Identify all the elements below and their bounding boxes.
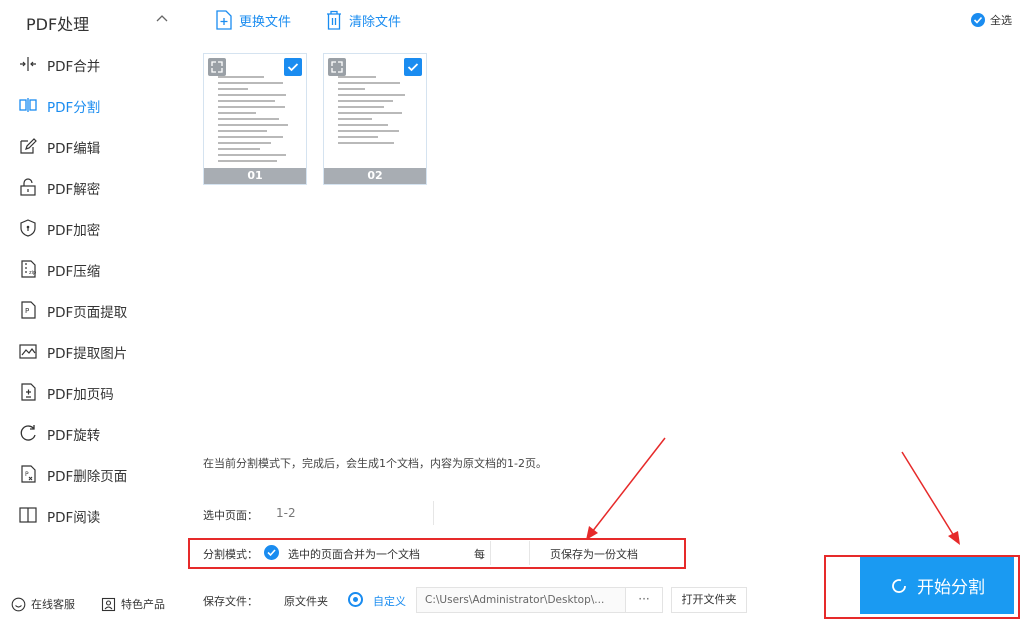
unlock-icon — [20, 178, 36, 196]
chat-smile-icon — [11, 597, 26, 611]
check-circle-icon — [971, 13, 985, 27]
sidebar-item-compress[interactable]: zip PDF压缩 — [0, 249, 186, 289]
split-mode-label: 分割模式： — [203, 548, 258, 561]
sidebar-item-label: PDF提取图片 — [47, 346, 128, 362]
sidebar-item-encrypt[interactable]: PDF加密 — [0, 208, 186, 248]
image-extract-icon — [19, 344, 37, 359]
sidebar-header[interactable]: PDF处理 — [0, 0, 186, 42]
sidebar-item-edit[interactable]: PDF编辑 — [0, 126, 186, 166]
selected-pages-input[interactable] — [268, 501, 434, 525]
replace-file-button[interactable]: 更换文件 — [215, 10, 291, 30]
custom-folder-option[interactable]: 自定义 — [373, 593, 406, 609]
page-thumbnail[interactable]: 02 — [323, 53, 427, 185]
book-icon — [19, 507, 37, 523]
online-service-label: 在线客服 — [31, 598, 75, 611]
sidebar-item-label: PDF加页码 — [47, 387, 114, 403]
product-icon — [101, 597, 116, 611]
sidebar-item-label: PDF压缩 — [47, 264, 101, 280]
sidebar-item-merge[interactable]: PDF合并 — [0, 44, 186, 84]
expand-icon[interactable] — [208, 58, 226, 76]
page-checkbox[interactable] — [284, 58, 302, 76]
page-number-label: 01 — [204, 168, 306, 184]
every-label: 每 — [474, 548, 485, 561]
mode-radio-checked[interactable] — [264, 545, 279, 560]
merge-icon — [20, 57, 36, 71]
select-all-label: 全选 — [990, 14, 1012, 27]
featured-products-label: 特色产品 — [121, 598, 165, 611]
sidebar-item-decrypt[interactable]: PDF解密 — [0, 167, 186, 207]
add-file-icon — [216, 10, 232, 30]
sidebar-item-label: PDF删除页面 — [47, 469, 128, 485]
chevron-up-icon[interactable] — [155, 12, 169, 26]
replace-file-label: 更换文件 — [239, 14, 292, 30]
sidebar-item-page-extract[interactable]: P PDF页面提取 — [0, 290, 186, 330]
browse-button[interactable]: ··· — [625, 587, 663, 613]
sidebar-title: PDF处理 — [26, 15, 90, 34]
sidebar-item-image-extract[interactable]: PDF提取图片 — [0, 331, 186, 371]
delete-page-icon: P — [21, 465, 36, 483]
rotate-icon — [20, 425, 36, 441]
refresh-icon — [892, 578, 906, 593]
sidebar-item-label: PDF阅读 — [47, 510, 101, 526]
sidebar-item-label: PDF页面提取 — [47, 305, 128, 321]
arrow-to-mode — [586, 437, 666, 540]
featured-products-button[interactable]: 特色产品 — [101, 596, 165, 612]
split-icon — [19, 98, 37, 112]
page-thumbnail[interactable]: 01 — [203, 53, 307, 185]
start-split-button[interactable]: 开始分割 — [860, 557, 1014, 614]
selected-pages-label: 选中页面： — [203, 509, 258, 522]
page-extract-icon: P — [21, 301, 36, 319]
page-checkbox[interactable] — [404, 58, 422, 76]
sidebar: PDF处理 PDF合并 PDF分割 PDF编辑 PDF解密 PDF加密 zip … — [0, 0, 186, 619]
sidebar-item-read[interactable]: PDF阅读 — [0, 495, 186, 535]
sidebar-item-label: PDF解密 — [47, 182, 101, 198]
arrow-to-start — [901, 451, 960, 545]
page-preview — [218, 76, 294, 172]
expand-icon[interactable] — [328, 58, 346, 76]
edit-icon — [20, 138, 37, 154]
split-info-text: 在当前分割模式下，完成后，会生成1个文档，内容为原文档的1-2页。 — [203, 457, 547, 470]
sidebar-item-rotate[interactable]: PDF旋转 — [0, 413, 186, 453]
save-file-label: 保存文件： — [203, 595, 258, 608]
online-service-button[interactable]: 在线客服 — [11, 596, 75, 612]
save-path-input[interactable] — [416, 587, 626, 613]
trash-icon — [327, 10, 341, 30]
sidebar-footer: 在线客服 特色产品 — [0, 590, 186, 619]
clear-files-label: 清除文件 — [349, 14, 402, 30]
compress-icon: zip — [21, 260, 36, 278]
open-folder-button[interactable]: 打开文件夹 — [671, 587, 747, 613]
svg-text:zip: zip — [29, 270, 36, 276]
page-save-label: 页保存为一份文档 — [550, 548, 638, 561]
sidebar-item-label: PDF编辑 — [47, 141, 101, 157]
page-number-label: 02 — [324, 168, 426, 184]
original-folder-option[interactable]: 原文件夹 — [284, 593, 328, 609]
split-mode-option[interactable]: 选中的页面合并为一个文档 — [288, 546, 420, 562]
sidebar-item-delete-page[interactable]: P PDF删除页面 — [0, 454, 186, 494]
page-preview — [338, 76, 414, 172]
svg-text:P: P — [25, 307, 29, 315]
sidebar-item-label: PDF加密 — [47, 223, 101, 239]
sidebar-item-label: PDF旋转 — [47, 428, 101, 444]
clear-files-button[interactable]: 清除文件 — [325, 10, 401, 30]
sidebar-item-split[interactable]: PDF分割 — [0, 85, 186, 125]
sidebar-item-label: PDF合并 — [47, 59, 101, 75]
sidebar-item-label: PDF分割 — [47, 100, 101, 116]
svg-text:P: P — [25, 471, 29, 478]
start-split-label: 开始分割 — [917, 578, 985, 598]
sidebar-item-page-number[interactable]: PDF加页码 — [0, 372, 186, 412]
pages-per-doc-input[interactable] — [490, 541, 530, 565]
shield-icon — [20, 219, 36, 237]
select-all-toggle[interactable]: 全选 — [971, 12, 1012, 28]
custom-radio[interactable] — [348, 592, 363, 607]
page-number-icon — [21, 383, 36, 401]
